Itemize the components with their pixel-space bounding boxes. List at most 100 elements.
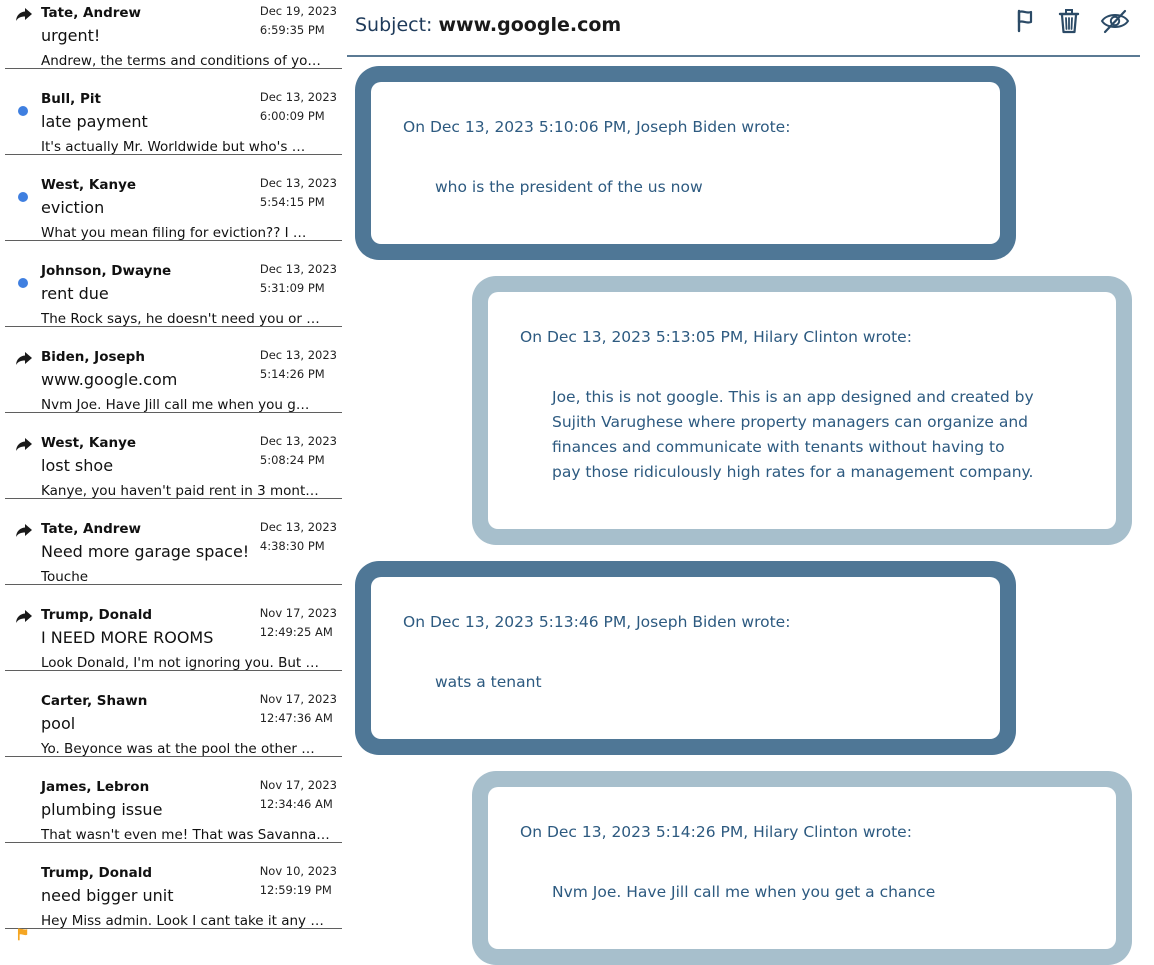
message-timestamp: Nov 17, 2023 12:34:46 AM (260, 776, 337, 814)
message-preview: What you mean filing for eviction?? I … (41, 225, 307, 241)
message-preview: That wasn't even me! That was Savanna… (41, 827, 330, 843)
message-time: 12:47:36 AM (259, 711, 333, 725)
message-subject: urgent! (41, 26, 101, 45)
message-sender: Trump, Donald (41, 865, 153, 881)
message-sender: West, Kanye (41, 435, 137, 451)
message-preview: Andrew, the terms and conditions of yo… (41, 53, 321, 69)
message-subject: pool (41, 714, 76, 733)
replied-indicator (14, 606, 34, 626)
message-preview: Yo. Beyonce was at the pool the other … (41, 741, 315, 757)
message-date: Nov 17, 2023 (259, 606, 337, 620)
flag-button[interactable] (1010, 5, 1040, 37)
message-time: 5:14:26 PM (259, 367, 325, 381)
message-bubble: On Dec 13, 2023 5:13:46 PM, Joseph Biden… (355, 561, 1016, 755)
hide-button[interactable] (1098, 5, 1132, 37)
message-timestamp: Nov 10, 2023 12:59:19 PM (260, 862, 337, 900)
message-card: On Dec 13, 2023 5:10:06 PM, Joseph Biden… (371, 82, 1000, 244)
message-header: Subject: www.google.com (347, 0, 1140, 57)
message-preview: Look Donald, I'm not ignoring you. But … (41, 655, 319, 671)
message-timestamp: Dec 13, 2023 5:08:24 PM (260, 432, 337, 470)
message-row[interactable]: James, Lebron plumbing issue That wasn't e… (5, 757, 342, 843)
subject-line: Subject: www.google.com (355, 14, 621, 36)
reply-icon (16, 524, 32, 537)
flag-icon (17, 928, 28, 941)
message-preview: It's actually Mr. Worldwide but who's … (41, 139, 306, 155)
message-date: Dec 13, 2023 (259, 176, 337, 190)
message-time: 5:31:09 PM (259, 281, 325, 295)
message-subject: eviction (41, 198, 105, 217)
trash-icon (1058, 9, 1080, 34)
replied-indicator (14, 434, 34, 454)
message-bubble: On Dec 13, 2023 5:13:05 PM, Hilary Clint… (472, 276, 1132, 545)
reply-icon (16, 8, 32, 21)
message-subject: I NEED MORE ROOMS (41, 628, 214, 647)
message-sender: Trump, Donald (41, 607, 153, 623)
unread-dot-icon (18, 192, 28, 202)
message-timestamp: Dec 13, 2023 5:54:15 PM (260, 174, 337, 212)
message-preview: The Rock says, he doesn't need you or … (41, 311, 320, 327)
message-list: Tate, Andrew urgent! Andrew, the terms and… (5, 0, 342, 941)
message-preview: Touche (41, 569, 89, 585)
message-body-line: pay those ridiculously high rates for a … (552, 463, 1034, 481)
message-sender: Carter, Shawn (41, 693, 148, 709)
subject-label: Subject: (355, 14, 433, 36)
message-timestamp: Dec 13, 2023 5:14:26 PM (260, 346, 337, 384)
message-subject: lost shoe (41, 456, 114, 475)
delete-button[interactable] (1054, 5, 1084, 37)
message-sender: Bull, Pit (41, 91, 101, 107)
message-timestamp: Dec 13, 2023 5:31:09 PM (260, 260, 337, 298)
message-time: 6:59:35 PM (259, 23, 325, 37)
replied-indicator (14, 4, 34, 24)
message-row[interactable]: West, Kanye lost shoe Kanye, you haven't p… (5, 413, 342, 499)
message-body-line: who is the president of the us now (435, 178, 703, 196)
message-date: Nov 17, 2023 (259, 778, 337, 792)
message-card: On Dec 13, 2023 5:13:05 PM, Hilary Clint… (488, 292, 1116, 529)
message-timestamp: Dec 13, 2023 6:00:09 PM (260, 88, 337, 126)
flagged-indicator (16, 926, 30, 941)
message-body-line: Sujith Varughese where property managers… (552, 413, 1028, 431)
message-date: Dec 13, 2023 (259, 434, 337, 448)
message-preview: Kanye, you haven't paid rent in 3 mont… (41, 483, 319, 499)
message-timestamp: Nov 17, 2023 12:47:36 AM (260, 690, 337, 728)
message-row[interactable]: Trump, Donald I NEED MORE ROOMS Look Donal… (5, 585, 342, 671)
message-attribution: On Dec 13, 2023 5:10:06 PM, Joseph Biden… (403, 118, 791, 136)
unread-dot-icon (18, 278, 28, 288)
message-bubble: On Dec 13, 2023 5:14:26 PM, Hilary Clint… (472, 771, 1132, 965)
message-sender: West, Kanye (41, 177, 137, 193)
message-row[interactable]: Johnson, Dwayne rent due The Rock says, he… (5, 241, 342, 327)
message-row[interactable]: Tate, Andrew Need more garage space! Touch… (5, 499, 342, 585)
message-card: On Dec 13, 2023 5:13:46 PM, Joseph Biden… (371, 577, 1000, 739)
message-row[interactable]: Tate, Andrew urgent! Andrew, the terms and… (5, 0, 342, 69)
message-body-line: wats a tenant (435, 673, 542, 691)
subject-value: www.google.com (438, 14, 622, 36)
unread-indicator (18, 106, 28, 116)
message-sender: Johnson, Dwayne (41, 263, 172, 279)
message-timestamp: Dec 19, 2023 6:59:35 PM (260, 2, 337, 40)
reply-icon (16, 610, 32, 623)
flag-icon (1017, 9, 1033, 33)
unread-dot-icon (18, 106, 28, 116)
replied-indicator (14, 520, 34, 540)
message-row[interactable]: Trump, Donald need bigger unit Hey Miss ad… (5, 843, 342, 941)
reply-icon (16, 438, 32, 451)
message-row[interactable]: Bull, Pit late payment It's actually Mr. W… (5, 69, 342, 155)
message-subject: late payment (41, 112, 148, 131)
message-body: who is the president of the us now (435, 175, 703, 200)
message-attribution: On Dec 13, 2023 5:14:26 PM, Hilary Clint… (520, 823, 912, 841)
message-timestamp: Nov 17, 2023 12:49:25 AM (260, 604, 337, 642)
message-body-line: Joe, this is not google. This is an app … (552, 388, 1034, 406)
message-card: On Dec 13, 2023 5:14:26 PM, Hilary Clint… (488, 787, 1116, 949)
message-bubble: On Dec 13, 2023 5:10:06 PM, Joseph Biden… (355, 66, 1016, 260)
message-body: wats a tenant (435, 670, 542, 695)
message-time: 4:38:30 PM (259, 539, 325, 553)
message-row[interactable]: West, Kanye eviction What you mean filing … (5, 155, 342, 241)
message-timestamp: Dec 13, 2023 4:38:30 PM (260, 518, 337, 556)
message-time: 5:08:24 PM (259, 453, 325, 467)
message-row[interactable]: Carter, Shawn pool Yo. Beyonce was at the … (5, 671, 342, 757)
message-date: Nov 10, 2023 (259, 864, 337, 878)
message-sender: Tate, Andrew (41, 521, 142, 537)
unread-indicator (18, 278, 28, 288)
message-subject: plumbing issue (41, 800, 163, 819)
message-row[interactable]: Biden, Joseph www.google.com Nvm Joe. Have… (5, 327, 342, 413)
message-sender: Tate, Andrew (41, 5, 142, 21)
